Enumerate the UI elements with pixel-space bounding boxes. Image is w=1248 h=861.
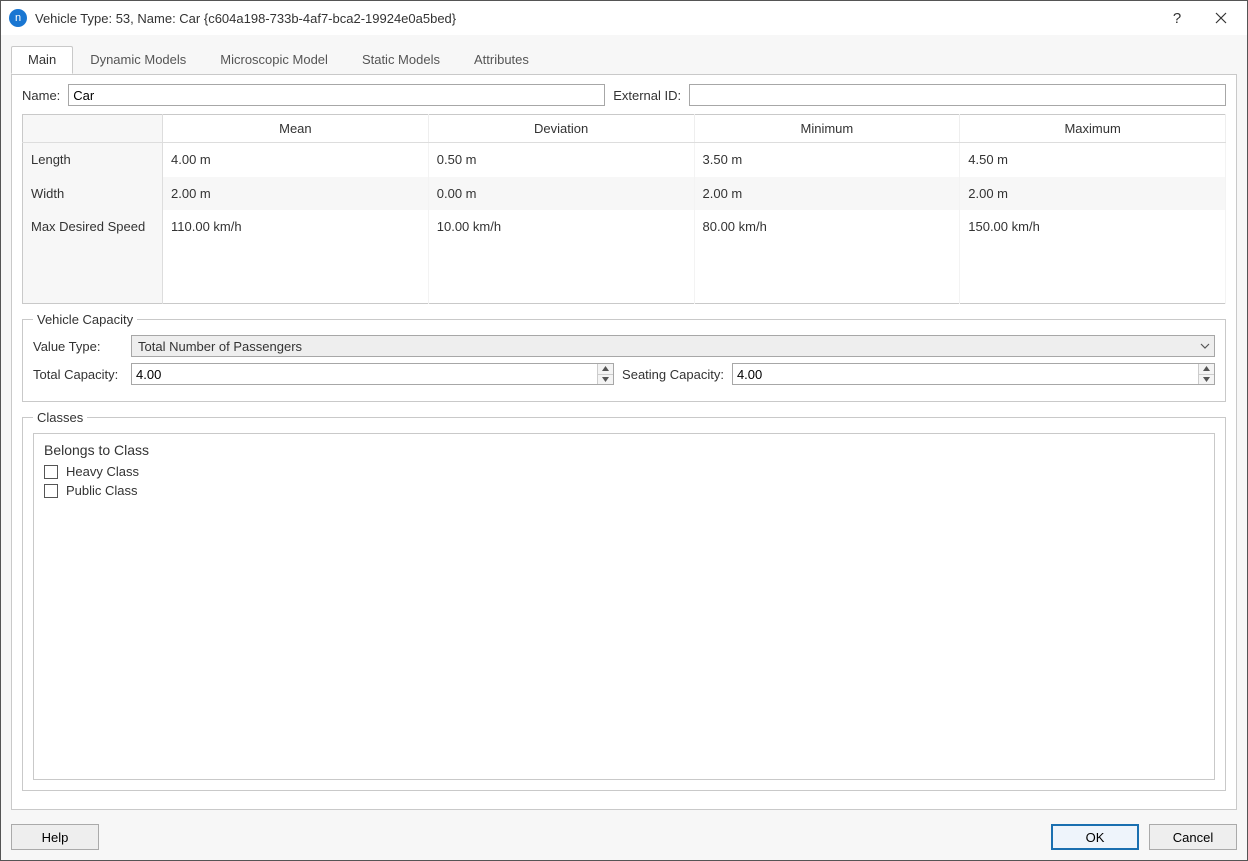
row-label-max-speed: Max Desired Speed <box>23 210 163 243</box>
window-title: Vehicle Type: 53, Name: Car {c604a198-73… <box>35 11 1155 26</box>
name-input[interactable] <box>68 84 605 106</box>
table-corner <box>23 115 163 143</box>
dialog-footer: Help OK Cancel <box>1 816 1247 860</box>
cell-length-minimum[interactable]: 3.50 m <box>694 143 960 177</box>
heavy-class-checkbox[interactable] <box>44 465 58 479</box>
spin-up-button[interactable] <box>598 364 613 375</box>
titlebar-close-button[interactable] <box>1199 3 1243 33</box>
cell-width-maximum[interactable]: 2.00 m <box>960 177 1226 210</box>
value-type-select[interactable]: Total Number of Passengers <box>131 335 1215 357</box>
client-area: Main Dynamic Models Microscopic Model St… <box>1 35 1247 816</box>
name-label: Name: <box>22 88 60 103</box>
cell-speed-minimum[interactable]: 80.00 km/h <box>694 210 960 243</box>
parameters-table: Mean Deviation Minimum Maximum Length 4.… <box>22 114 1226 304</box>
app-icon: n <box>9 9 27 27</box>
tabbar: Main Dynamic Models Microscopic Model St… <box>11 46 1237 75</box>
public-class-checkbox[interactable] <box>44 484 58 498</box>
cell-speed-maximum[interactable]: 150.00 km/h <box>960 210 1226 243</box>
ok-button[interactable]: OK <box>1051 824 1139 850</box>
col-deviation[interactable]: Deviation <box>428 115 694 143</box>
triangle-down-icon <box>1203 377 1210 382</box>
spin-down-button[interactable] <box>598 375 613 385</box>
list-item: Public Class <box>44 483 1204 498</box>
spin-up-button[interactable] <box>1199 364 1214 375</box>
seating-capacity-stepper[interactable] <box>732 363 1215 385</box>
triangle-up-icon <box>602 366 609 371</box>
cell-width-mean[interactable]: 2.00 m <box>163 177 429 210</box>
value-type-selected: Total Number of Passengers <box>138 339 302 354</box>
cell-length-deviation[interactable]: 0.50 m <box>428 143 694 177</box>
seating-capacity-label: Seating Capacity: <box>622 367 724 382</box>
col-maximum[interactable]: Maximum <box>960 115 1226 143</box>
cell-length-maximum[interactable]: 4.50 m <box>960 143 1226 177</box>
tab-attributes[interactable]: Attributes <box>457 46 546 74</box>
seating-capacity-input[interactable] <box>733 364 1198 384</box>
cancel-button[interactable]: Cancel <box>1149 824 1237 850</box>
dialog-window: n Vehicle Type: 53, Name: Car {c604a198-… <box>0 0 1248 861</box>
cell-speed-deviation[interactable]: 10.00 km/h <box>428 210 694 243</box>
titlebar: n Vehicle Type: 53, Name: Car {c604a198-… <box>1 1 1247 35</box>
help-button[interactable]: Help <box>11 824 99 850</box>
cell-length-mean[interactable]: 4.00 m <box>163 143 429 177</box>
cell-width-deviation[interactable]: 0.00 m <box>428 177 694 210</box>
row-label-width: Width <box>23 177 163 210</box>
row-label-length: Length <box>23 143 163 177</box>
window-controls: ? <box>1155 3 1243 33</box>
list-item: Heavy Class <box>44 464 1204 479</box>
vehicle-capacity-group: Vehicle Capacity Value Type: Total Numbe… <box>22 312 1226 402</box>
classes-list: Belongs to Class Heavy Class Public Clas… <box>33 433 1215 780</box>
tab-microscopic-model[interactable]: Microscopic Model <box>203 46 345 74</box>
table-row: Width 2.00 m 0.00 m 2.00 m 2.00 m <box>23 177 1226 210</box>
total-capacity-stepper[interactable] <box>131 363 614 385</box>
external-id-input[interactable] <box>689 84 1226 106</box>
classes-group: Classes Belongs to Class Heavy Class Pub… <box>22 410 1226 791</box>
tab-panel-main: Name: External ID: Mean Deviation Minimu… <box>11 74 1237 810</box>
value-type-label: Value Type: <box>33 339 123 354</box>
external-id-label: External ID: <box>613 88 681 103</box>
table-filler <box>23 244 1226 304</box>
tab-dynamic-models[interactable]: Dynamic Models <box>73 46 203 74</box>
cell-width-minimum[interactable]: 2.00 m <box>694 177 960 210</box>
public-class-label: Public Class <box>66 483 138 498</box>
vehicle-capacity-legend: Vehicle Capacity <box>33 312 137 327</box>
total-capacity-input[interactable] <box>132 364 597 384</box>
spin-down-button[interactable] <box>1199 375 1214 385</box>
chevron-down-icon <box>1200 341 1210 351</box>
col-minimum[interactable]: Minimum <box>694 115 960 143</box>
tab-main[interactable]: Main <box>11 46 73 74</box>
close-icon <box>1215 12 1227 24</box>
cell-speed-mean[interactable]: 110.00 km/h <box>163 210 429 243</box>
heavy-class-label: Heavy Class <box>66 464 139 479</box>
classes-legend: Classes <box>33 410 87 425</box>
triangle-up-icon <box>1203 366 1210 371</box>
tab-static-models[interactable]: Static Models <box>345 46 457 74</box>
total-capacity-label: Total Capacity: <box>33 367 123 382</box>
table-row: Max Desired Speed 110.00 km/h 10.00 km/h… <box>23 210 1226 243</box>
table-row: Length 4.00 m 0.50 m 3.50 m 4.50 m <box>23 143 1226 177</box>
name-extid-row: Name: External ID: <box>22 84 1226 106</box>
triangle-down-icon <box>602 377 609 382</box>
col-mean[interactable]: Mean <box>163 115 429 143</box>
titlebar-help-button[interactable]: ? <box>1155 3 1199 33</box>
belongs-to-class-heading: Belongs to Class <box>44 442 1204 458</box>
